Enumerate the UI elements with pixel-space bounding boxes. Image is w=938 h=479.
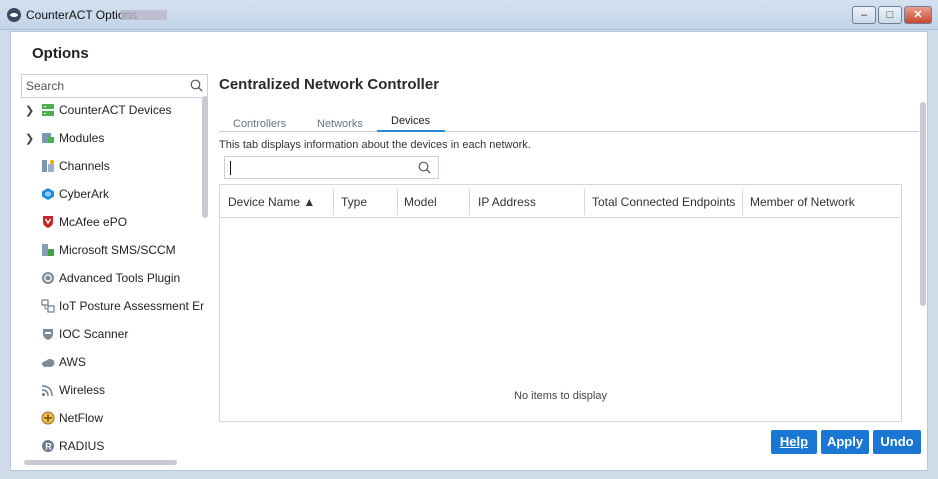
tree-item-label: Microsoft SMS/SCCM — [59, 243, 176, 257]
tab-devices[interactable]: Devices — [391, 115, 430, 127]
tree-item-wireless[interactable]: Wireless — [21, 378, 204, 402]
svg-text:R: R — [45, 442, 52, 452]
shield-icon — [41, 327, 55, 341]
tree-item-label: Channels — [59, 159, 110, 173]
tab-networks[interactable]: Networks — [317, 118, 363, 130]
tree-item-iot-posture-assessment[interactable]: IoT Posture Assessment Eng — [21, 294, 204, 318]
devices-table: Device Name ▲ Type Model IP Address Tota… — [219, 184, 902, 422]
tree-item-label: Wireless — [59, 383, 106, 397]
column-divider[interactable] — [333, 189, 334, 215]
tab-bar: Controllers Networks Devices — [219, 112, 919, 132]
mcafee-shield-icon — [41, 215, 55, 229]
gear-icon — [41, 271, 55, 285]
tree-item-microsoft-sms-sccm[interactable]: Microsoft SMS/SCCM — [21, 238, 204, 262]
netflow-icon — [41, 411, 55, 425]
empty-table-message: No items to display — [514, 390, 607, 402]
minimize-button[interactable]: – — [852, 6, 876, 24]
active-tab-indicator — [377, 130, 445, 132]
tree-item-channels[interactable]: Channels — [21, 154, 204, 178]
channels-icon — [41, 159, 55, 173]
options-window: Options ❯ CounterACT Devices ❯ Modules — [10, 31, 928, 471]
chevron-right-icon[interactable]: ❯ — [25, 132, 34, 145]
maximize-button[interactable]: □ — [878, 6, 902, 24]
tree-item-netflow[interactable]: NetFlow — [21, 406, 204, 430]
search-icon[interactable] — [418, 161, 431, 177]
radius-icon: R — [41, 439, 55, 453]
text-cursor — [230, 161, 231, 175]
chevron-right-icon[interactable]: ❯ — [25, 104, 34, 117]
column-ip-address[interactable]: IP Address — [478, 195, 536, 209]
column-divider[interactable] — [584, 189, 585, 215]
column-type[interactable]: Type — [341, 195, 367, 209]
options-tree: ❯ CounterACT Devices ❯ Modules Channels … — [21, 98, 211, 460]
tree-item-label: CounterACT Devices — [59, 103, 172, 117]
redacted-host — [121, 10, 167, 20]
cyberark-icon — [41, 187, 55, 201]
undo-button[interactable]: Undo — [873, 430, 921, 454]
tree-horizontal-scrollbar[interactable] — [24, 460, 177, 465]
tree-item-label: IoT Posture Assessment Eng — [59, 299, 204, 313]
tree-item-label: Modules — [59, 131, 105, 145]
tab-controllers[interactable]: Controllers — [233, 118, 286, 130]
column-member-of-network[interactable]: Member of Network — [750, 195, 855, 209]
sccm-icon — [41, 243, 55, 257]
modules-icon — [41, 131, 55, 145]
panel-vertical-scrollbar[interactable] — [920, 102, 926, 306]
tree-item-cyberark[interactable]: CyberArk — [21, 182, 204, 206]
tree-item-ioc-scanner[interactable]: IOC Scanner — [21, 322, 204, 346]
tree-item-mcafee-epo[interactable]: McAfee ePO — [21, 210, 204, 234]
column-divider[interactable] — [469, 189, 470, 215]
tree-item-label: NetFlow — [59, 411, 104, 425]
options-title: Options — [32, 45, 89, 62]
server-icon — [41, 103, 55, 117]
column-model[interactable]: Model — [404, 195, 437, 209]
tree-item-advanced-tools-plugin[interactable]: Advanced Tools Plugin — [21, 266, 204, 290]
tree-item-counteract-devices[interactable]: ❯ CounterACT Devices — [21, 98, 204, 122]
options-search-input[interactable] — [22, 75, 182, 97]
tree-item-label: RADIUS — [59, 439, 105, 453]
title-bar: CounterACT Options – □ ✕ — [0, 0, 938, 30]
panel-title: Centralized Network Controller — [219, 76, 440, 93]
counteract-logo-icon — [7, 8, 21, 22]
table-header: Device Name ▲ Type Model IP Address Tota… — [220, 185, 901, 218]
tree-item-label: IOC Scanner — [59, 327, 129, 341]
column-divider[interactable] — [742, 189, 743, 215]
tree-item-modules[interactable]: ❯ Modules — [21, 126, 204, 150]
tree-item-label: AWS — [59, 355, 86, 369]
help-button-label: Help — [779, 434, 809, 449]
cloud-icon — [41, 355, 55, 369]
options-search[interactable] — [21, 74, 208, 98]
column-device-name[interactable]: Device Name ▲ — [228, 195, 315, 209]
wifi-icon — [41, 383, 55, 397]
tab-description: This tab displays information about the … — [219, 139, 531, 151]
table-search-input[interactable] — [224, 156, 439, 179]
tree-item-radius[interactable]: R RADIUS — [21, 434, 204, 458]
column-divider[interactable] — [397, 189, 398, 215]
column-total-connected-endpoints[interactable]: Total Connected Endpoints — [592, 195, 735, 209]
help-button[interactable]: Help — [771, 430, 817, 454]
tree-item-label: Advanced Tools Plugin — [59, 271, 181, 285]
tree-item-label: McAfee ePO — [59, 215, 128, 229]
close-button[interactable]: ✕ — [904, 6, 932, 24]
search-icon[interactable] — [190, 79, 203, 95]
tree-item-aws[interactable]: AWS — [21, 350, 204, 374]
tree-item-label: CyberArk — [59, 187, 110, 201]
tree-vertical-scrollbar[interactable] — [202, 96, 208, 218]
apply-button[interactable]: Apply — [821, 430, 869, 454]
iot-icon — [41, 299, 55, 313]
